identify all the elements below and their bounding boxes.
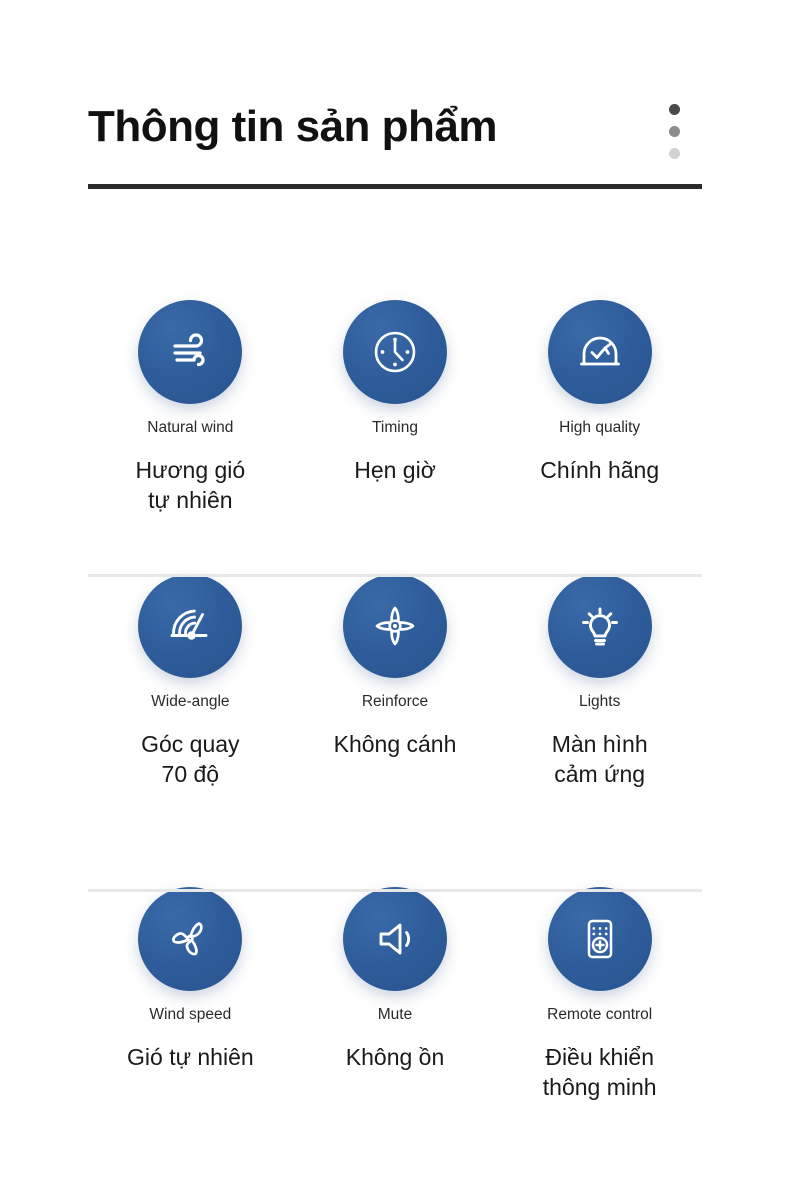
feature-label-vi: Điều khiển thông minh <box>542 1043 657 1100</box>
section-divider-2 <box>88 889 702 892</box>
feature-item-timing[interactable]: Timing Hẹn giờ <box>293 300 498 574</box>
title-underline-rule <box>88 184 702 189</box>
feature-label-vi: Chính hãng <box>540 456 660 483</box>
fan-blades-icon <box>343 574 447 678</box>
quality-badge-icon <box>547 300 652 404</box>
kebab-menu-icon[interactable] <box>668 104 680 159</box>
propeller-icon <box>138 887 243 991</box>
feature-grid: Natural wind Hương gió tự nhiên Timing H… <box>88 300 702 1147</box>
feature-item-high-quality[interactable]: High quality Chính hãng <box>497 300 702 574</box>
lightbulb-icon <box>547 574 652 678</box>
feature-label-en: Timing <box>372 419 418 436</box>
feature-item-natural-wind[interactable]: Natural wind Hương gió tự nhiên <box>88 300 293 574</box>
feature-label-en: Wind speed <box>149 1006 232 1023</box>
page-title: Thông tin sản phẩm <box>88 102 497 151</box>
feature-item-wind-speed[interactable]: Wind speed Gió tự nhiên <box>88 887 293 1147</box>
feature-label-en: Reinforce <box>361 693 429 710</box>
product-info-page: Thông tin sản phẩm Natural wind Hương gi… <box>0 0 790 1200</box>
feature-item-remote-control[interactable]: Remote control Điều khiển thông minh <box>497 887 702 1147</box>
feature-row: Wide-angle Góc quay 70 độ Reinforce Khôn… <box>88 574 702 887</box>
feature-label-en: Wide-angle <box>151 693 230 710</box>
kebab-dot-3 <box>668 148 680 159</box>
wind-icon <box>138 300 243 404</box>
feature-label-en: High quality <box>559 419 641 436</box>
feature-label-vi: Góc quay 70 độ <box>141 730 240 787</box>
feature-item-mute[interactable]: Mute Không ồn <box>293 887 498 1147</box>
remote-control-icon <box>547 887 652 991</box>
feature-label-vi: Màn hình cảm ứng <box>551 730 648 787</box>
feature-row: Wind speed Gió tự nhiên Mute Không ồn Re… <box>88 887 702 1147</box>
feature-item-reinforce[interactable]: Reinforce Không cánh <box>293 574 498 887</box>
feature-label-vi: Hương gió tự nhiên <box>135 456 246 513</box>
feature-item-lights[interactable]: Lights Màn hình cảm ứng <box>497 574 702 887</box>
feature-item-wide-angle[interactable]: Wide-angle Góc quay 70 độ <box>88 574 293 887</box>
speaker-mute-icon <box>343 887 447 991</box>
feature-label-en: Remote control <box>547 1006 653 1023</box>
feature-label-en: Lights <box>578 693 621 710</box>
clock-icon <box>343 300 447 404</box>
gauge-icon <box>138 574 243 678</box>
page-header: Thông tin sản phẩm <box>88 96 702 191</box>
feature-label-vi: Không ồn <box>345 1043 445 1070</box>
feature-label-vi: Gió tự nhiên <box>127 1043 254 1070</box>
section-divider-1 <box>88 574 702 577</box>
feature-label-en: Natural wind <box>147 419 234 436</box>
kebab-dot-2 <box>668 126 680 137</box>
feature-label-vi: Không cánh <box>333 730 457 757</box>
feature-row: Natural wind Hương gió tự nhiên Timing H… <box>88 300 702 574</box>
feature-label-vi: Hẹn giờ <box>354 456 436 483</box>
feature-label-en: Mute <box>377 1006 413 1023</box>
kebab-dot-1 <box>668 104 680 115</box>
